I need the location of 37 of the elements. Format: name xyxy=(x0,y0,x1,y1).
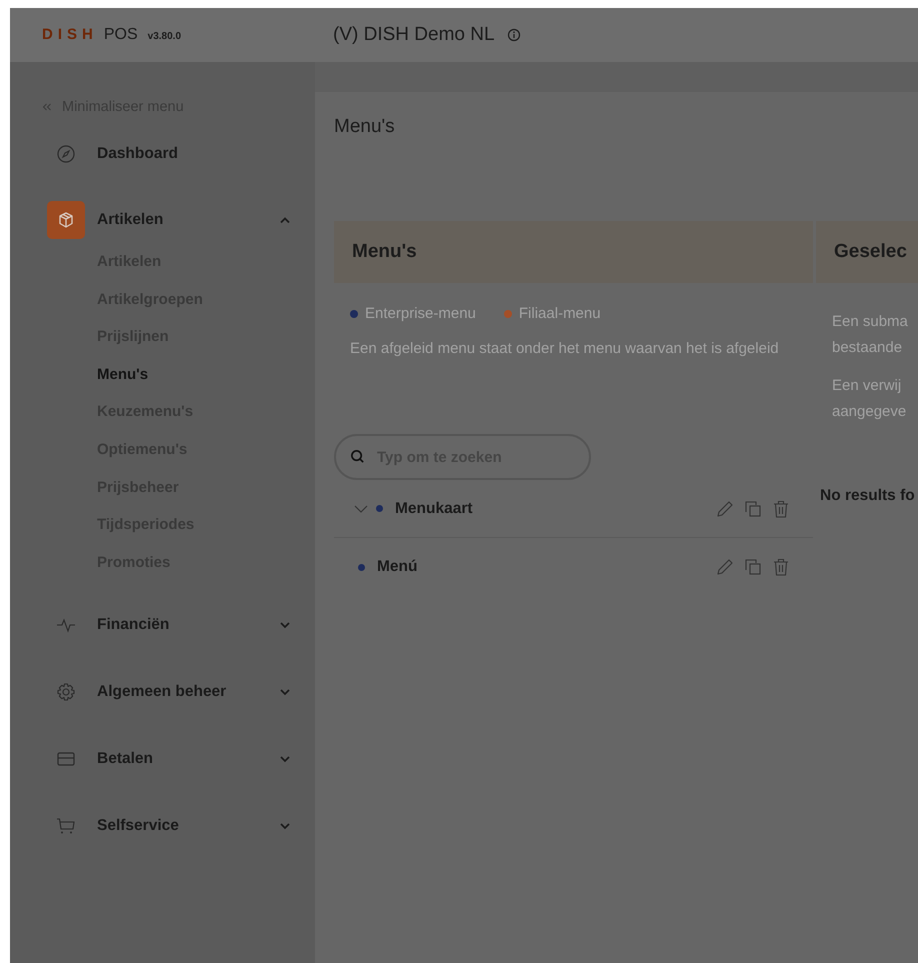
trash-icon[interactable] xyxy=(771,557,791,577)
menu-name: Menú xyxy=(377,558,418,576)
pencil-icon[interactable] xyxy=(715,557,735,577)
nav-item[interactable]: Artikelen xyxy=(10,198,315,242)
logo-brand: DISH xyxy=(42,26,98,43)
info-text: Een verwij aangegeve xyxy=(832,376,908,422)
description-text: Een afgeleid menu staat onder het menu waarvan het is afgeleid xyxy=(350,339,780,359)
venue-title: (V) DISH Demo NL xyxy=(333,24,495,46)
trash-icon[interactable] xyxy=(771,498,791,518)
empty-message: No results fo xyxy=(820,487,916,505)
menu-row[interactable]: Menukaart xyxy=(334,480,813,538)
legend-label: Enterprise-menu xyxy=(365,305,476,322)
nav-item[interactable]: Financiën xyxy=(10,603,315,648)
nav-item[interactable]: Selfservice xyxy=(10,804,315,848)
pencil-icon[interactable] xyxy=(715,498,735,518)
double-chevron-left-icon xyxy=(42,103,52,111)
nav-item[interactable]: Dashboard xyxy=(10,132,315,176)
nav-item[interactable]: Betalen xyxy=(10,737,315,782)
panel-title: Geselec xyxy=(834,241,907,263)
menu-row[interactable]: Menú xyxy=(334,538,813,596)
info-text: Een subma bestaande xyxy=(832,312,909,358)
copy-icon[interactable] xyxy=(743,498,763,518)
search-icon xyxy=(350,449,365,464)
legend-label: Filiaal-menu xyxy=(518,305,601,322)
menu-name: Menukaart xyxy=(395,500,474,518)
compass-icon xyxy=(56,144,76,164)
cart-icon xyxy=(56,816,76,836)
chevron-icon[interactable] xyxy=(354,504,368,512)
panel-title: Menu's xyxy=(352,241,417,263)
gear-icon xyxy=(56,682,76,702)
version-label: v3.80.0 xyxy=(148,31,182,42)
submenu-item[interactable]: Menu's xyxy=(97,356,315,394)
logo-product: POS xyxy=(104,26,138,44)
page-title: Menu's xyxy=(334,115,396,139)
nav-item[interactable]: Algemeen beheer xyxy=(10,670,315,714)
info-icon[interactable] xyxy=(506,28,521,42)
copy-icon[interactable] xyxy=(743,557,763,577)
